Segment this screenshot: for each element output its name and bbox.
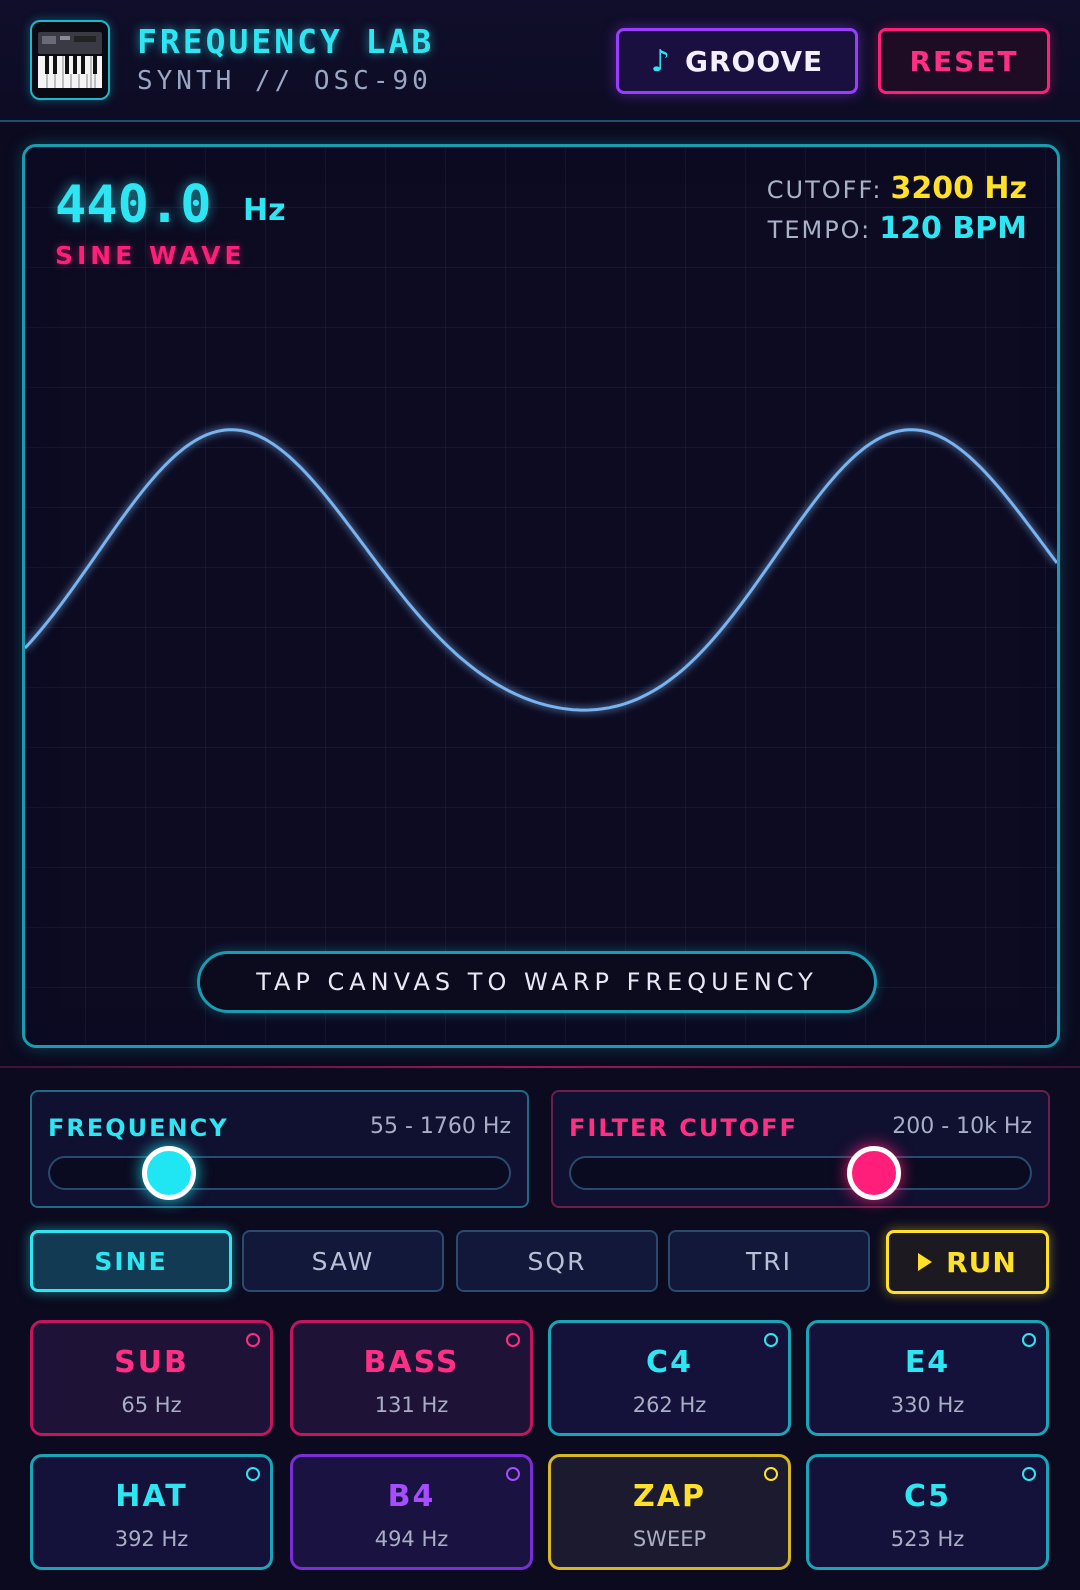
- filter-slider-track[interactable]: [569, 1146, 1032, 1200]
- pad-frequency: 523 Hz: [890, 1527, 965, 1551]
- synth-keyboard-icon: [30, 20, 110, 100]
- frequency-slider-label: FREQUENCY: [48, 1114, 229, 1142]
- pad-sub[interactable]: SUB 65 Hz: [30, 1320, 273, 1436]
- pad-c5[interactable]: C5 523 Hz: [806, 1454, 1049, 1570]
- waveform-saw-button[interactable]: SAW: [242, 1230, 444, 1292]
- pad-name: ZAP: [633, 1479, 706, 1514]
- canvas-hint: TAP CANVAS TO WARP FREQUENCY: [197, 951, 877, 1013]
- frequency-slider-track[interactable]: [48, 1146, 511, 1200]
- pad-frequency: 494 Hz: [374, 1527, 449, 1551]
- pad-name: C4: [646, 1345, 693, 1380]
- cutoff-label: CUTOFF:: [766, 176, 883, 204]
- frequency-slider-thumb[interactable]: [142, 1146, 197, 1200]
- groove-button-label: GROOVE: [684, 44, 824, 78]
- filter-slider-panel: FILTER CUTOFF 200 - 10k Hz: [551, 1090, 1050, 1208]
- frequency-unit: Hz: [243, 193, 286, 228]
- pad-frequency: 392 Hz: [114, 1527, 189, 1551]
- section-divider: [0, 1066, 1080, 1068]
- frequency-readout: 440.0: [55, 175, 212, 235]
- pad-frequency: 131 Hz: [374, 1393, 449, 1417]
- waveform-sine-button[interactable]: SINE: [30, 1230, 232, 1292]
- pad-frequency: 65 Hz: [121, 1393, 182, 1417]
- pad-hat[interactable]: HAT 392 Hz: [30, 1454, 273, 1570]
- run-button[interactable]: RUN: [886, 1230, 1049, 1294]
- pad-e4[interactable]: E4 330 Hz: [806, 1320, 1049, 1436]
- filter-slider-label: FILTER CUTOFF: [569, 1114, 798, 1142]
- waveform-display: [25, 428, 1057, 712]
- run-button-label: RUN: [946, 1245, 1017, 1279]
- parameter-readout: CUTOFF: 3200 Hz TEMPO: 120 BPM: [767, 169, 1027, 249]
- tempo-label: TEMPO:: [767, 216, 872, 244]
- waveform-sqr-button[interactable]: SQR: [456, 1230, 658, 1292]
- pad-c4[interactable]: C4 262 Hz: [548, 1320, 791, 1436]
- waveform-tri-button[interactable]: TRI: [668, 1230, 870, 1292]
- frequency-slider-panel: FREQUENCY 55 - 1760 Hz: [30, 1090, 529, 1208]
- music-note-icon: ♪: [650, 43, 671, 79]
- pad-name: HAT: [115, 1479, 188, 1514]
- waveform-name: SINE WAVE: [55, 241, 246, 270]
- tempo-value: 120 BPM: [879, 211, 1027, 246]
- pad-bass[interactable]: BASS 131 Hz: [290, 1320, 533, 1436]
- pad-frequency: 330 Hz: [890, 1393, 965, 1417]
- filter-slider-thumb[interactable]: [846, 1146, 901, 1200]
- frequency-slider-range: 55 - 1760 Hz: [370, 1114, 511, 1139]
- cutoff-value: 3200 Hz: [890, 171, 1027, 206]
- pad-name: C5: [904, 1479, 951, 1514]
- groove-button[interactable]: ♪ GROOVE: [616, 28, 858, 94]
- pad-name: SUB: [114, 1345, 189, 1380]
- app-subtitle: SYNTH // OSC-90: [137, 66, 432, 96]
- waveform-trace: [25, 428, 1057, 712]
- play-icon: [918, 1253, 933, 1271]
- pad-name: BASS: [363, 1345, 460, 1380]
- reset-button[interactable]: RESET: [878, 28, 1050, 94]
- pad-name: E4: [904, 1345, 951, 1380]
- pad-zap[interactable]: ZAP SWEEP: [548, 1454, 791, 1570]
- app-title: FREQUENCY LAB: [137, 22, 435, 61]
- pad-frequency: 262 Hz: [632, 1393, 707, 1417]
- pad-frequency: SWEEP: [632, 1527, 707, 1551]
- pad-b4[interactable]: B4 494 Hz: [290, 1454, 533, 1570]
- filter-slider-range: 200 - 10k Hz: [892, 1114, 1032, 1139]
- app-header: FREQUENCY LAB SYNTH // OSC-90 ♪ GROOVE R…: [0, 0, 1080, 122]
- pad-name: B4: [387, 1479, 436, 1514]
- oscilloscope-canvas[interactable]: 440.0 Hz SINE WAVE CUTOFF: 3200 Hz TEMPO:…: [22, 144, 1060, 1048]
